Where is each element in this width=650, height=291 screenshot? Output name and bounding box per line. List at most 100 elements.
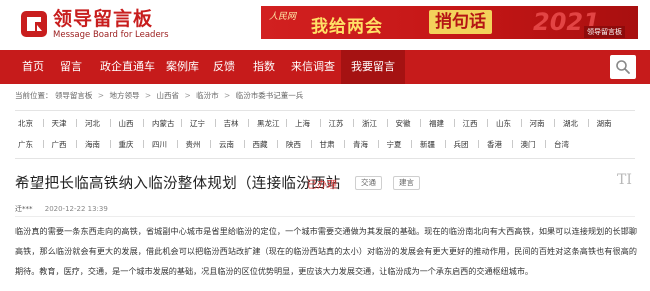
province-link[interactable]: 台湾 <box>554 139 569 150</box>
province-separator <box>109 140 111 148</box>
province-link[interactable]: 浙江 <box>362 118 377 129</box>
province-link[interactable]: 湖南 <box>597 118 612 129</box>
province-link[interactable]: 陕西 <box>286 139 301 150</box>
province-link[interactable]: 辽宁 <box>190 118 205 129</box>
province-separator <box>214 119 216 127</box>
province-separator <box>176 140 178 148</box>
province-link[interactable]: 福建 <box>429 118 444 129</box>
province-separator <box>180 119 182 127</box>
province-link[interactable]: 青海 <box>353 139 368 150</box>
breadcrumb-separator: > <box>144 91 152 100</box>
tag-suggestion[interactable]: 建言 <box>393 176 420 190</box>
province-separator <box>520 119 522 127</box>
font-size-toggle[interactable]: TI <box>617 172 632 188</box>
nav-item-survey[interactable]: 来信调查 <box>291 50 335 84</box>
province-filter: 北京 天津 河北 山西 内蒙古 辽宁 吉林 黑龙江 上海 江苏 浙江 安徽 福建 江西 山东 河南 湖北 湖南 广… <box>15 116 635 154</box>
province-link[interactable]: 贵州 <box>186 139 201 150</box>
nav-item-feedback[interactable]: 反馈 <box>213 50 235 84</box>
province-separator <box>76 140 78 148</box>
nav-item-post-message[interactable]: 我要留言 <box>341 50 405 84</box>
province-link[interactable]: 新疆 <box>420 139 435 150</box>
province-separator <box>587 119 589 127</box>
province-link[interactable]: 江苏 <box>329 118 344 129</box>
province-separator <box>42 140 44 148</box>
tag-transport[interactable]: 交通 <box>355 176 382 190</box>
province-link[interactable]: 西藏 <box>253 139 268 150</box>
province-link[interactable]: 四川 <box>152 139 167 150</box>
site-header: 领导留言板 Message Board for Leaders 人民网 我给两会… <box>0 0 650 50</box>
province-link[interactable]: 湖北 <box>563 118 578 129</box>
divider <box>15 216 635 217</box>
breadcrumb-item[interactable]: 山西省 <box>157 90 180 101</box>
province-link[interactable]: 北京 <box>18 118 33 129</box>
province-link[interactable]: 河南 <box>530 118 545 129</box>
province-separator <box>42 119 44 127</box>
province-separator <box>109 119 111 127</box>
main-nav: 首页 留言 政企直通车 案例库 反馈 指数 来信调查 我要留言 <box>0 50 650 84</box>
search-icon <box>616 60 630 74</box>
province-separator <box>277 140 279 148</box>
nav-item-enterprise[interactable]: 政企直通车 <box>100 50 155 84</box>
province-link[interactable]: 河北 <box>85 118 100 129</box>
province-link[interactable]: 广西 <box>52 139 67 150</box>
nav-item-home[interactable]: 首页 <box>22 50 44 84</box>
province-separator <box>478 140 480 148</box>
province-separator <box>143 119 145 127</box>
province-separator <box>210 140 212 148</box>
message-datetime: 2020-12-22 13:39 <box>44 205 108 213</box>
province-link[interactable]: 上海 <box>295 118 310 129</box>
province-separator <box>453 119 455 127</box>
breadcrumb-item[interactable]: 临汾市 <box>196 90 219 101</box>
province-link[interactable]: 山东 <box>496 118 511 129</box>
breadcrumb-item[interactable]: 地方领导 <box>109 90 139 101</box>
province-separator <box>310 140 312 148</box>
divider <box>15 110 635 111</box>
status-badge: 已办理 <box>307 180 337 191</box>
province-separator <box>411 140 413 148</box>
province-link[interactable]: 江西 <box>463 118 478 129</box>
breadcrumb-prefix: 当前位置： <box>15 91 53 100</box>
search-button[interactable] <box>610 55 636 79</box>
province-link[interactable]: 重庆 <box>119 139 134 150</box>
province-separator <box>353 119 355 127</box>
message-title: 希望把长临高铁纳入临汾整体规划（连接临汾西站 <box>15 176 341 192</box>
province-link[interactable]: 广东 <box>18 139 33 150</box>
province-link[interactable]: 甘肃 <box>320 139 335 150</box>
province-separator <box>386 119 388 127</box>
province-link[interactable]: 云南 <box>219 139 234 150</box>
province-separator <box>420 119 422 127</box>
site-logo[interactable]: 领导留言板 Message Board for Leaders <box>20 8 170 42</box>
message-meta: 迁*** 2020-12-22 13:39 <box>15 204 108 214</box>
province-separator <box>545 140 547 148</box>
message-author: 迁*** <box>15 205 33 213</box>
banner-text-highlight: 捎句话 <box>429 10 492 34</box>
province-link[interactable]: 安徽 <box>396 118 411 129</box>
logo-mark-icon <box>21 11 47 37</box>
province-link[interactable]: 内蒙古 <box>152 118 175 129</box>
province-link[interactable]: 吉林 <box>224 118 239 129</box>
province-link[interactable]: 黑龙江 <box>257 118 280 129</box>
nav-item-index[interactable]: 指数 <box>253 50 275 84</box>
province-row: 北京 天津 河北 山西 内蒙古 辽宁 吉林 黑龙江 上海 江苏 浙江 安徽 福建 江西 山东 河南 湖北 湖南 <box>15 116 635 133</box>
divider <box>15 158 635 159</box>
province-link[interactable]: 澳门 <box>521 139 536 150</box>
province-separator <box>143 140 145 148</box>
province-link[interactable]: 香港 <box>487 139 502 150</box>
promo-banner[interactable]: 人民网 我给两会 捎句话 2021 领导留言板 <box>261 6 638 39</box>
province-link[interactable]: 宁夏 <box>387 139 402 150</box>
province-link[interactable]: 海南 <box>85 139 100 150</box>
banner-brand: 人民网 <box>269 12 297 22</box>
province-link[interactable]: 兵团 <box>454 139 469 150</box>
breadcrumb-item[interactable]: 临汾市委书记董一兵 <box>236 90 304 101</box>
province-row: 广东 广西 海南 重庆 四川 贵州 云南 西藏 陕西 甘肃 青海 宁夏 新疆 兵团 香港 澳门 台湾 <box>15 137 635 154</box>
breadcrumb-separator: > <box>224 91 231 100</box>
province-separator <box>554 119 556 127</box>
province-link[interactable]: 天津 <box>52 118 67 129</box>
nav-item-messages[interactable]: 留言 <box>60 50 82 84</box>
province-link[interactable]: 山西 <box>119 118 134 129</box>
province-separator <box>285 119 287 127</box>
nav-item-cases[interactable]: 案例库 <box>166 50 199 84</box>
breadcrumb-item[interactable]: 领导留言板 <box>55 90 93 101</box>
logo-title: 领导留言板 <box>53 8 154 30</box>
province-separator <box>511 140 513 148</box>
